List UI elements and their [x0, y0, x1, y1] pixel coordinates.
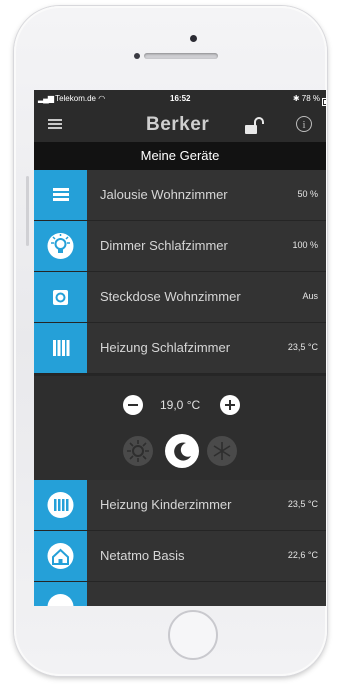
bluetooth-icon: ✱	[292, 94, 300, 103]
carrier-label: ▂▄▆ Telekom.de ◠	[38, 94, 106, 103]
radiator-icon	[53, 340, 70, 356]
side-button	[26, 176, 29, 246]
device-name: Steckdose Wohnzimmer	[100, 289, 241, 304]
device-value: 23,5 °C	[287, 342, 318, 352]
device-row-heizung-schlafzimmer[interactable]: Heizung Schlafzimmer 23,5 °C	[34, 323, 326, 374]
increase-temperature-button[interactable]	[220, 395, 240, 415]
device-name: Netatmo Basis	[100, 548, 185, 563]
proximity-sensor	[134, 53, 140, 59]
device-value: 100 %	[292, 240, 318, 250]
front-camera	[190, 35, 197, 42]
earpiece-speaker	[144, 53, 218, 59]
radiator-icon	[47, 492, 74, 518]
device-name: Heizung Schlafzimmer	[100, 340, 231, 355]
socket-icon	[53, 290, 68, 305]
device-row-partial[interactable]	[34, 582, 326, 606]
device-value: 23,5 °C	[287, 499, 318, 509]
home-button[interactable]	[168, 610, 218, 660]
menu-icon[interactable]	[48, 119, 62, 129]
battery-status: ✱ 78 %	[292, 94, 326, 106]
status-bar: ▂▄▆ Telekom.de ◠ 16:52 ✱ 78 %	[34, 90, 326, 108]
page-title: Meine Geräte	[34, 142, 326, 170]
device-value: 22,6 °C	[287, 550, 318, 560]
sun-icon	[127, 440, 149, 462]
device-icon	[47, 594, 74, 606]
unlocked-padlock-icon[interactable]	[244, 117, 266, 135]
decrease-temperature-button[interactable]	[123, 395, 143, 415]
blinds-icon	[53, 188, 69, 201]
device-value: Aus	[302, 291, 318, 301]
battery-icon	[322, 98, 326, 106]
moon-icon	[174, 442, 191, 461]
device-row-netatmo-basis[interactable]: Netatmo Basis 22,6 °C	[34, 531, 326, 582]
dimmer-bulb-icon	[47, 233, 74, 259]
house-icon	[47, 543, 74, 569]
app-bar: Berker i	[34, 108, 326, 142]
clock: 16:52	[170, 94, 191, 103]
info-icon[interactable]: i	[296, 116, 312, 132]
device-row-steckdose-wohnzimmer[interactable]: Steckdose Wohnzimmer Aus	[34, 272, 326, 323]
signal-icon: ▂▄▆	[38, 94, 54, 103]
mode-sun-button[interactable]	[123, 436, 153, 466]
device-value: 50 %	[297, 189, 318, 199]
setpoint-temperature: 19,0 °C	[160, 398, 201, 412]
snowflake-icon	[213, 442, 231, 460]
device-name: Jalousie Wohnzimmer	[100, 187, 228, 202]
device-row-dimmer-schlafzimmer[interactable]: Dimmer Schlafzimmer 100 %	[34, 221, 326, 272]
brand-logo: Berker	[146, 114, 210, 135]
app-screen: ▂▄▆ Telekom.de ◠ 16:52 ✱ 78 % Berker i M…	[34, 90, 326, 606]
mode-moon-button[interactable]	[165, 434, 199, 468]
device-name: Heizung Kinderzimmer	[100, 497, 232, 512]
mode-frost-button[interactable]	[207, 436, 237, 466]
device-row-heizung-kinderzimmer[interactable]: Heizung Kinderzimmer 23,5 °C	[34, 480, 326, 531]
device-row-jalousie-wohnzimmer[interactable]: Jalousie Wohnzimmer 50 %	[34, 170, 326, 221]
wifi-icon: ◠	[98, 94, 106, 103]
device-name: Dimmer Schlafzimmer	[100, 238, 228, 253]
thermostat-controls: 19,0 °C	[34, 376, 326, 480]
